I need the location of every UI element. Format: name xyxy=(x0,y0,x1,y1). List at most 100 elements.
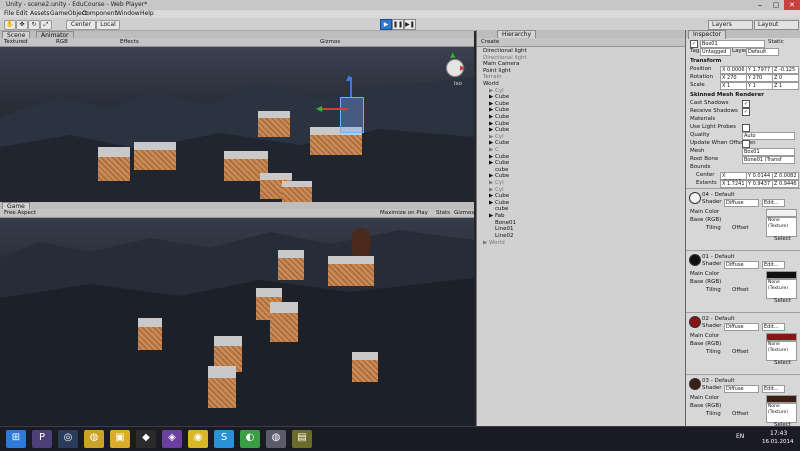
center-y-field[interactable]: Y 0.0144 xyxy=(746,172,773,180)
gizmos-dropdown[interactable]: Gizmos xyxy=(320,38,340,46)
taskbar-app-6-icon[interactable]: ◍ xyxy=(266,430,286,448)
create-dropdown[interactable]: Create xyxy=(481,38,499,46)
transform-header[interactable]: Transform xyxy=(690,58,721,65)
menu-assets[interactable]: Assets xyxy=(30,10,50,18)
stats-toggle[interactable]: Stats xyxy=(436,209,450,217)
select-button[interactable]: Select xyxy=(774,236,791,243)
edit-button[interactable]: Edit... xyxy=(762,199,785,207)
hand-tool-icon[interactable]: ✋ xyxy=(4,20,16,30)
object-active-checkbox[interactable]: ✓ xyxy=(690,40,698,48)
materials-foldout[interactable]: Materials xyxy=(690,116,715,123)
position-x-field[interactable]: X 0.0006 xyxy=(720,66,747,74)
hierarchy-item[interactable]: ▶ World xyxy=(477,240,685,247)
menu-file[interactable]: File xyxy=(4,10,14,18)
main-color-swatch[interactable] xyxy=(766,271,797,279)
texture-slot[interactable]: None (Texture) xyxy=(766,341,797,361)
tag-dropdown[interactable]: Untagged xyxy=(700,48,731,56)
shader-dropdown[interactable]: Diffuse xyxy=(724,261,759,269)
taskbar-app-7-icon[interactable]: ▤ xyxy=(292,430,312,448)
center-z-field[interactable]: Z 0.0082 xyxy=(772,172,799,180)
game-gizmos-toggle[interactable]: Gizmos xyxy=(454,209,474,217)
hierarchy-item[interactable]: Line02 xyxy=(477,233,685,240)
layout-dropdown[interactable]: Layout xyxy=(754,20,799,30)
gizmo-x-axis[interactable] xyxy=(322,108,348,110)
menu-edit[interactable]: Edit xyxy=(16,10,28,18)
effects-dropdown[interactable]: Effects xyxy=(120,38,139,46)
menu-help[interactable]: Help xyxy=(140,10,154,18)
edit-button[interactable]: Edit... xyxy=(762,323,785,331)
edit-button[interactable]: Edit... xyxy=(762,261,785,269)
center-toggle[interactable]: Center xyxy=(66,20,96,30)
rotate-tool-icon[interactable]: ↻ xyxy=(28,20,40,30)
static-label[interactable]: Static xyxy=(768,39,784,46)
texture-slot[interactable]: None (Texture) xyxy=(766,403,797,423)
taskbar-app-vs-icon[interactable]: ◈ xyxy=(162,430,182,448)
select-button[interactable]: Select xyxy=(774,298,791,305)
move-tool-icon[interactable]: ✥ xyxy=(16,20,28,30)
extents-z-field[interactable]: Z 0.9446 xyxy=(772,180,799,188)
skinned-mesh-header[interactable]: Skinned Mesh Renderer xyxy=(690,92,764,99)
maximize-on-play-toggle[interactable]: Maximize on Play xyxy=(380,209,428,217)
rotation-x-field[interactable]: X 270 xyxy=(720,74,747,82)
cast-shadows-checkbox[interactable]: ✓ xyxy=(742,100,750,108)
rotation-z-field[interactable]: Z 0 xyxy=(772,74,799,82)
main-color-swatch[interactable] xyxy=(766,395,797,403)
maximize-button[interactable]: ▢ xyxy=(768,0,784,10)
close-button[interactable]: ✕ xyxy=(784,0,800,10)
use-light-probes-checkbox[interactable] xyxy=(742,124,750,132)
shader-dropdown[interactable]: Diffuse xyxy=(724,199,759,207)
selected-character[interactable] xyxy=(340,97,364,133)
scale-z-field[interactable]: Z 1 xyxy=(772,82,799,90)
receive-shadows-checkbox[interactable]: ✓ xyxy=(742,108,750,116)
center-x-field[interactable]: X -0.5113 xyxy=(720,172,747,185)
tab-inspector[interactable]: Inspector xyxy=(688,30,726,39)
play-icon[interactable]: ▶ xyxy=(380,19,392,30)
minimize-button[interactable]: ‒ xyxy=(752,0,768,10)
gizmo-z-arrow-icon[interactable]: ◀ xyxy=(316,104,322,113)
position-z-field[interactable]: Z -0.125 xyxy=(772,66,799,74)
clock-time[interactable]: 17:43 xyxy=(770,430,787,437)
texture-slot[interactable]: None (Texture) xyxy=(766,217,797,237)
taskbar-app-3-icon[interactable]: ▣ xyxy=(110,430,130,448)
select-button[interactable]: Select xyxy=(774,360,791,367)
menu-window[interactable]: Window xyxy=(116,10,140,18)
taskbar-app-1-icon[interactable]: ◎ xyxy=(58,430,78,448)
game-view[interactable] xyxy=(0,218,474,426)
position-y-field[interactable]: Y 1.7977 xyxy=(746,66,773,74)
shading-mode-dropdown[interactable]: Textured xyxy=(4,38,28,46)
local-toggle[interactable]: Local xyxy=(96,20,120,30)
rotation-y-field[interactable]: Y 270 xyxy=(746,74,773,82)
taskbar-start-button-icon[interactable]: ⊞ xyxy=(6,430,26,448)
taskbar-app-2-icon[interactable]: ◍ xyxy=(84,430,104,448)
quality-dropdown[interactable]: Auto xyxy=(742,132,795,140)
step-icon[interactable]: ▶❚ xyxy=(404,19,416,30)
extents-y-field[interactable]: Y 0.9437 xyxy=(746,180,773,188)
object-name-field[interactable]: Box01 xyxy=(700,40,765,48)
gizmo-y-arrow-icon[interactable]: ▲ xyxy=(346,73,352,82)
scale-y-field[interactable]: Y 1 xyxy=(746,82,773,90)
clock-date[interactable]: 16.01.2014 xyxy=(762,439,794,445)
root-bone-field[interactable]: Bone01 (Transf xyxy=(742,156,795,164)
taskbar-app-chrome-icon[interactable]: ◉ xyxy=(188,430,208,448)
shader-dropdown[interactable]: Diffuse xyxy=(724,385,759,393)
layers-dropdown[interactable]: Layers xyxy=(708,20,753,30)
taskbar-app-unity-icon[interactable]: ◆ xyxy=(136,430,156,448)
taskbar-app-skype-icon[interactable]: S xyxy=(214,430,234,448)
edit-button[interactable]: Edit... xyxy=(762,385,785,393)
shader-dropdown[interactable]: Diffuse xyxy=(724,323,759,331)
update-offscreen-checkbox[interactable] xyxy=(742,140,750,148)
main-color-swatch[interactable] xyxy=(766,333,797,341)
taskbar-app-p-icon[interactable]: P xyxy=(32,430,52,448)
mesh-field[interactable]: Box01 xyxy=(742,148,795,156)
scale-x-field[interactable]: X 1 xyxy=(720,82,747,90)
pause-icon[interactable]: ❚❚ xyxy=(392,19,404,30)
menu-component[interactable]: Component xyxy=(82,10,117,18)
taskbar-app-5-icon[interactable]: ◐ xyxy=(240,430,260,448)
language-indicator[interactable]: EN xyxy=(736,433,744,440)
scale-tool-icon[interactable]: ⤢ xyxy=(40,20,52,30)
scene-view[interactable]: ▲ ◀ ▲ ▶ Iso xyxy=(0,47,474,202)
layer-dropdown[interactable]: Default xyxy=(746,48,779,56)
render-mode-dropdown[interactable]: RGB xyxy=(56,38,68,46)
hierarchy-item[interactable]: Line01 xyxy=(477,226,685,233)
aspect-dropdown[interactable]: Free Aspect xyxy=(4,209,36,217)
